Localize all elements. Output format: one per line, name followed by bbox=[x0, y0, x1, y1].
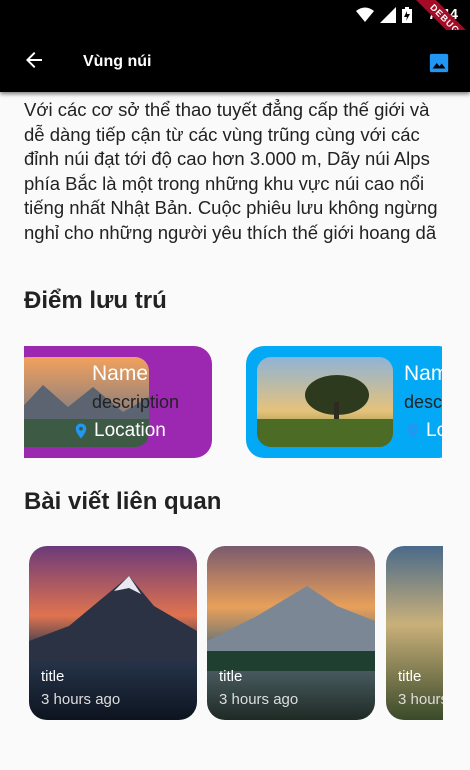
post-title: title bbox=[41, 668, 65, 685]
accommodation-location: Location bbox=[72, 420, 166, 442]
post-time: 3 hours ago bbox=[41, 691, 121, 708]
content-area[interactable]: Với các cơ sở thể thao tuyết đẳng cấp th… bbox=[0, 92, 466, 770]
app-bar: Vùng núi bbox=[0, 30, 470, 92]
accommodation-name: Name bbox=[404, 362, 442, 385]
accommodation-list[interactable]: Name description Location Name descripti… bbox=[24, 346, 442, 458]
post-card[interactable]: title 3 hours ago bbox=[386, 546, 443, 720]
status-bar: 7:44 DEBUG bbox=[0, 0, 470, 63]
region-description: Với các cơ sở thể thao tuyết đẳng cấp th… bbox=[24, 99, 438, 243]
post-time: 3 hours ago bbox=[219, 691, 299, 708]
post-card[interactable]: title 3 hours ago bbox=[207, 546, 375, 720]
signal-icon bbox=[380, 7, 396, 23]
accommodation-card[interactable]: Name description Location bbox=[24, 346, 212, 458]
post-title: title bbox=[219, 668, 243, 685]
image-icon[interactable] bbox=[428, 52, 450, 74]
post-time: 3 hours ago bbox=[398, 691, 443, 708]
accommodation-location: Location bbox=[404, 420, 442, 442]
related-posts-list[interactable]: title 3 hours ago title 3 hours ago titl… bbox=[0, 546, 443, 722]
related-posts-heading: Bài viết liên quan bbox=[24, 488, 222, 515]
page-title: Vùng núi bbox=[83, 53, 152, 70]
post-card[interactable]: title 3 hours ago bbox=[29, 546, 197, 720]
location-label: Location bbox=[94, 420, 166, 441]
accommodation-image bbox=[257, 357, 393, 447]
accommodation-description: description bbox=[92, 392, 180, 412]
location-label: Location bbox=[426, 420, 442, 441]
accommodation-name: Name bbox=[92, 362, 149, 385]
location-pin-icon bbox=[75, 423, 87, 439]
post-title: title bbox=[398, 668, 422, 685]
location-pin-icon bbox=[407, 423, 419, 439]
accommodation-card[interactable]: Name description Location bbox=[246, 346, 442, 458]
status-icons bbox=[356, 7, 412, 23]
back-arrow-icon[interactable] bbox=[22, 48, 46, 72]
accommodation-description: description bbox=[404, 392, 442, 412]
wifi-icon bbox=[356, 7, 374, 22]
accommodation-heading: Điểm lưu trú bbox=[24, 287, 167, 314]
battery-icon bbox=[402, 7, 412, 23]
